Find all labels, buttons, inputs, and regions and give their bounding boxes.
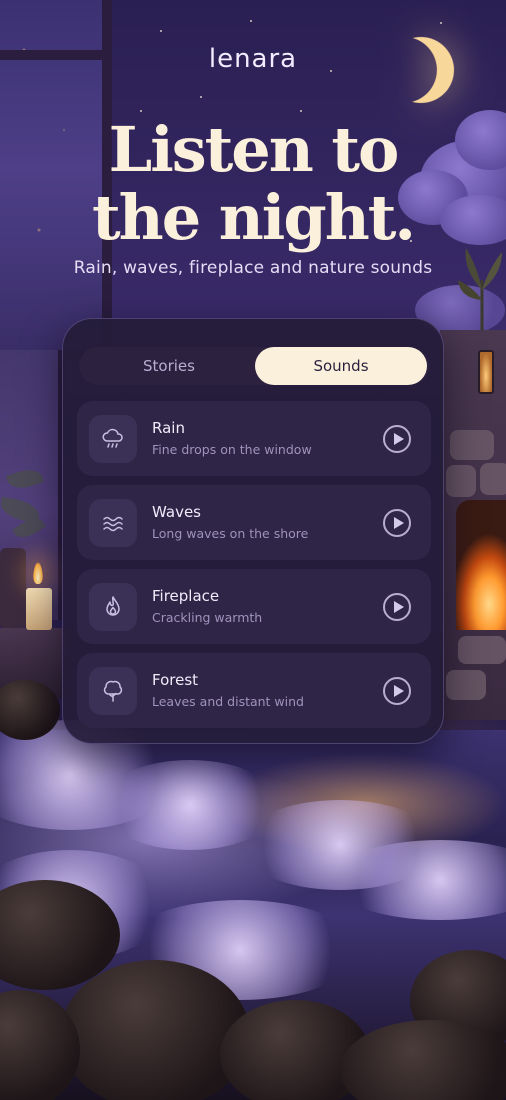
headline-line-1: Listen to [108,113,400,186]
sound-item-rain[interactable]: Rain Fine drops on the window [77,401,431,476]
hero-subheadline: Rain, waves, fireplace and nature sounds [73,258,433,278]
sound-title: Forest [152,671,199,689]
play-button[interactable] [383,509,411,537]
plant-pot [0,548,26,628]
candle-flame [33,562,43,584]
flame-icon [89,583,137,631]
sound-subtitle: Long waves on the shore [152,526,309,541]
headline-line-2: the night. [91,181,416,254]
sound-subtitle: Crackling warmth [152,610,263,625]
tab-sounds[interactable]: Sounds [255,347,427,385]
tab-stories[interactable]: Stories [83,347,255,385]
sound-item-fireplace[interactable]: Fireplace Crackling warmth [77,569,431,644]
tree-icon [89,667,137,715]
rain-cloud-icon [89,415,137,463]
tab-switcher: Stories Sounds [79,347,429,385]
sound-title: Fireplace [152,587,220,605]
sound-item-forest[interactable]: Forest Leaves and distant wind [77,653,431,728]
play-button[interactable] [383,425,411,453]
fireplace-fire [456,500,506,630]
play-button[interactable] [383,593,411,621]
sound-title: Waves [152,503,201,521]
brand-logo-text: lenara [208,44,298,74]
sound-item-waves[interactable]: Waves Long waves on the shore [77,485,431,560]
sound-subtitle: Fine drops on the window [152,442,312,457]
sound-title: Rain [152,419,185,437]
waves-icon [89,499,137,547]
hero-headline: Listen to the night. [0,116,506,252]
candle [26,588,52,630]
lantern [478,350,494,394]
sounds-panel: Stories Sounds Rain Fine drops on the wi… [62,318,444,744]
sound-subtitle: Leaves and distant wind [152,694,304,709]
potted-plant [458,248,502,330]
play-button[interactable] [383,677,411,705]
